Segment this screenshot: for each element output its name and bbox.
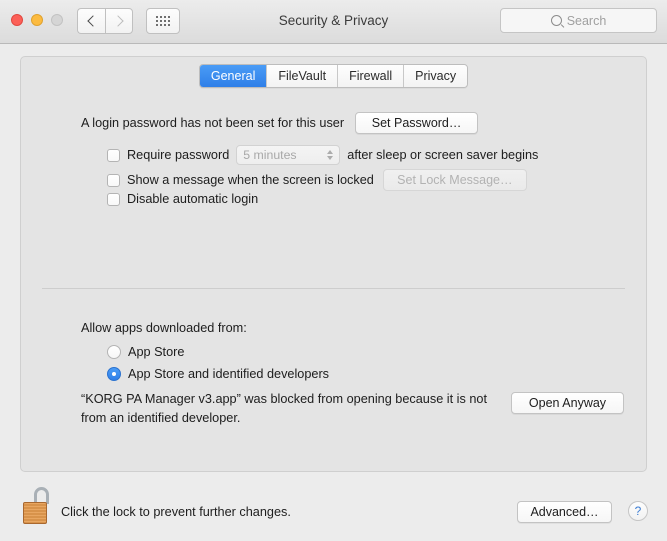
lock-caption: Click the lock to prevent further change… bbox=[61, 505, 291, 519]
tab-firewall[interactable]: Firewall bbox=[338, 65, 405, 87]
gatekeeper-heading-row: Allow apps downloaded from: bbox=[81, 321, 247, 335]
show-lock-message-checkbox[interactable] bbox=[107, 173, 120, 187]
general-pane: General FileVault Firewall Privacy A log… bbox=[0, 0, 667, 541]
open-anyway-button[interactable]: Open Anyway bbox=[511, 392, 624, 414]
show-lock-message-label: Show a message when the screen is locked bbox=[127, 173, 374, 187]
gatekeeper-heading: Allow apps downloaded from: bbox=[81, 321, 247, 335]
require-password-suffix: after sleep or screen saver begins bbox=[347, 148, 539, 162]
appstore-identified-radio-label: App Store and identified developers bbox=[128, 367, 330, 381]
tab-privacy[interactable]: Privacy bbox=[404, 65, 468, 87]
help-button[interactable]: ? bbox=[628, 501, 648, 521]
disable-auto-login-label: Disable automatic login bbox=[127, 192, 259, 206]
require-password-row: Require password 5 minutes after sleep o… bbox=[107, 145, 538, 165]
lock-button[interactable] bbox=[20, 487, 56, 527]
tab-bar: General FileVault Firewall Privacy bbox=[0, 64, 667, 88]
stepper-arrows-icon bbox=[327, 150, 334, 160]
appstore-radio-label: App Store bbox=[128, 345, 185, 359]
require-password-delay-value: 5 minutes bbox=[243, 148, 297, 162]
set-password-button[interactable]: Set Password… bbox=[355, 112, 479, 134]
padlock-body bbox=[23, 502, 47, 524]
require-password-label: Require password bbox=[127, 148, 230, 162]
require-password-delay-popup: 5 minutes bbox=[236, 145, 341, 165]
appstore-identified-radio[interactable] bbox=[107, 367, 121, 381]
login-password-row: A login password has not been set for th… bbox=[81, 112, 479, 134]
blocked-app-message: “KORG PA Manager v3.app” was blocked fro… bbox=[81, 392, 487, 425]
set-lock-message-button: Set Lock Message… bbox=[382, 169, 527, 191]
appstore-radio[interactable] bbox=[107, 345, 121, 359]
login-password-status: A login password has not been set for th… bbox=[81, 116, 345, 130]
require-password-checkbox[interactable] bbox=[107, 148, 120, 162]
gatekeeper-option-appstore-identified[interactable]: App Store and identified developers bbox=[107, 367, 329, 381]
tab-general[interactable]: General bbox=[199, 65, 268, 87]
tab-filevault[interactable]: FileVault bbox=[267, 65, 339, 87]
disable-auto-login-row: Disable automatic login bbox=[107, 192, 258, 206]
section-divider bbox=[42, 288, 625, 289]
gatekeeper-option-appstore[interactable]: App Store bbox=[107, 345, 184, 359]
advanced-button[interactable]: Advanced… bbox=[517, 501, 612, 523]
show-lock-message-row: Show a message when the screen is locked… bbox=[107, 169, 527, 191]
disable-auto-login-checkbox[interactable] bbox=[107, 192, 120, 206]
